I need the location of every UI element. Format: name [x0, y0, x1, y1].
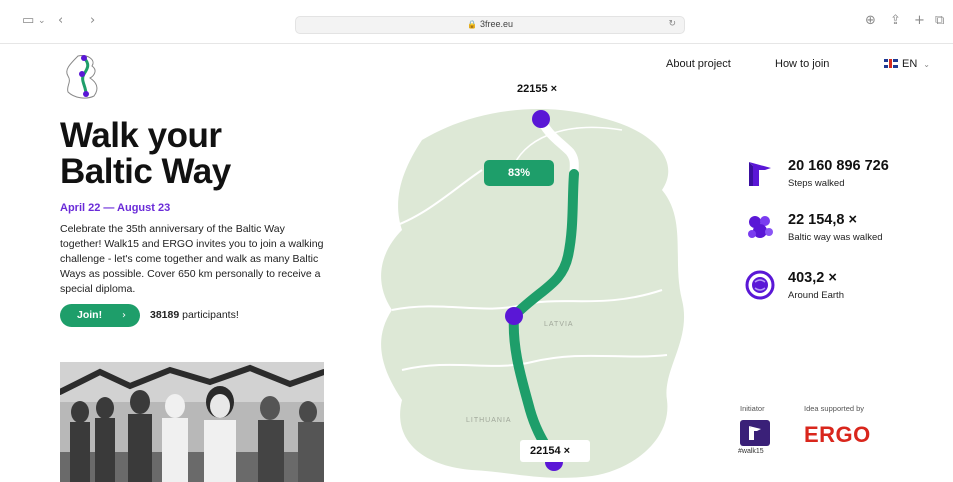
- chevron-down-icon: ⌄: [923, 60, 930, 69]
- participants-count: 38189 participants!: [150, 309, 239, 321]
- walk15-label: #walk15: [738, 448, 764, 455]
- stat-steps-value: 20 160 896 726: [788, 158, 889, 174]
- country-label-lithuania: LITHUANIA: [466, 417, 512, 424]
- ergo-logo[interactable]: ERGO: [804, 422, 871, 448]
- participants-label: participants!: [182, 309, 239, 321]
- browser-toolbar: ▭ ⌄ ‹ › 🔒 3free.eu ↻ ⊕ ⇪ + ⧉: [0, 0, 953, 44]
- lock-icon: 🔒: [467, 20, 477, 29]
- globe-cycle-icon: [745, 270, 775, 300]
- hero-title-line-1: Walk your: [60, 116, 222, 155]
- share-icon[interactable]: ⇪: [890, 14, 901, 28]
- participants-number: 38189: [150, 309, 180, 321]
- language-label: EN: [902, 58, 918, 70]
- join-label: Join!: [77, 309, 103, 321]
- supported-by-label: Idea supported by: [804, 404, 865, 413]
- route-dot-tallinn[interactable]: [532, 110, 550, 128]
- walk15-logo[interactable]: [740, 420, 770, 446]
- page-content: About project How to join EN ⌄ Walk your …: [0, 44, 953, 482]
- progress-badge: 83%: [484, 160, 554, 186]
- address-bar[interactable]: 🔒 3free.eu ↻: [295, 16, 685, 34]
- download-icon[interactable]: ⊕: [865, 14, 876, 28]
- sidebar-icon[interactable]: ▭: [22, 14, 34, 28]
- tabs-icon[interactable]: ⧉: [935, 14, 944, 28]
- forward-icon[interactable]: ›: [90, 14, 95, 28]
- nav-about-project[interactable]: About project: [666, 58, 731, 70]
- top-counter: 22155 ×: [517, 83, 558, 95]
- arrow-right-icon: ›: [122, 310, 126, 321]
- country-label-latvia: LATVIA: [544, 321, 574, 328]
- stat-baltic-way-value: 22 154,8 ×: [788, 212, 857, 228]
- steps-flag-icon: [749, 162, 771, 186]
- stat-around-earth-value: 403,2 ×: [788, 270, 837, 286]
- baltic-way-logo[interactable]: [60, 52, 110, 102]
- reload-icon[interactable]: ↻: [668, 19, 676, 29]
- people-cluster-icon: [748, 216, 773, 238]
- stat-baltic-way-label: Baltic way was walked: [788, 232, 883, 243]
- new-tab-icon[interactable]: +: [914, 14, 925, 28]
- hero-title-line-2: Baltic Way: [60, 152, 231, 191]
- address-url: 3free.eu: [479, 19, 513, 29]
- back-icon[interactable]: ‹: [58, 14, 63, 28]
- stat-steps-label: Steps walked: [788, 178, 845, 189]
- nav-how-to-join[interactable]: How to join: [775, 58, 829, 70]
- hero-title: Walk your Baltic Way: [60, 118, 340, 190]
- join-button[interactable]: Join! ›: [60, 304, 140, 327]
- stat-around-earth-label: Around Earth: [788, 290, 844, 301]
- walk15-flag-icon: [749, 426, 761, 440]
- language-selector[interactable]: EN ⌄: [884, 58, 930, 70]
- bottom-counter: 22154 ×: [530, 445, 571, 457]
- chevron-down-icon[interactable]: ⌄: [38, 14, 46, 28]
- historic-baltic-way-photo: [60, 362, 324, 482]
- event-dates: April 22 — August 23: [60, 202, 171, 214]
- initiator-label: Initiator: [740, 404, 765, 413]
- hero-description: Celebrate the 35th anniversary of the Ba…: [60, 223, 324, 295]
- route-dot-riga[interactable]: [505, 307, 523, 325]
- baltic-route-map: LATVIA LITHUANIA: [381, 109, 685, 478]
- uk-flag-icon: [884, 59, 898, 68]
